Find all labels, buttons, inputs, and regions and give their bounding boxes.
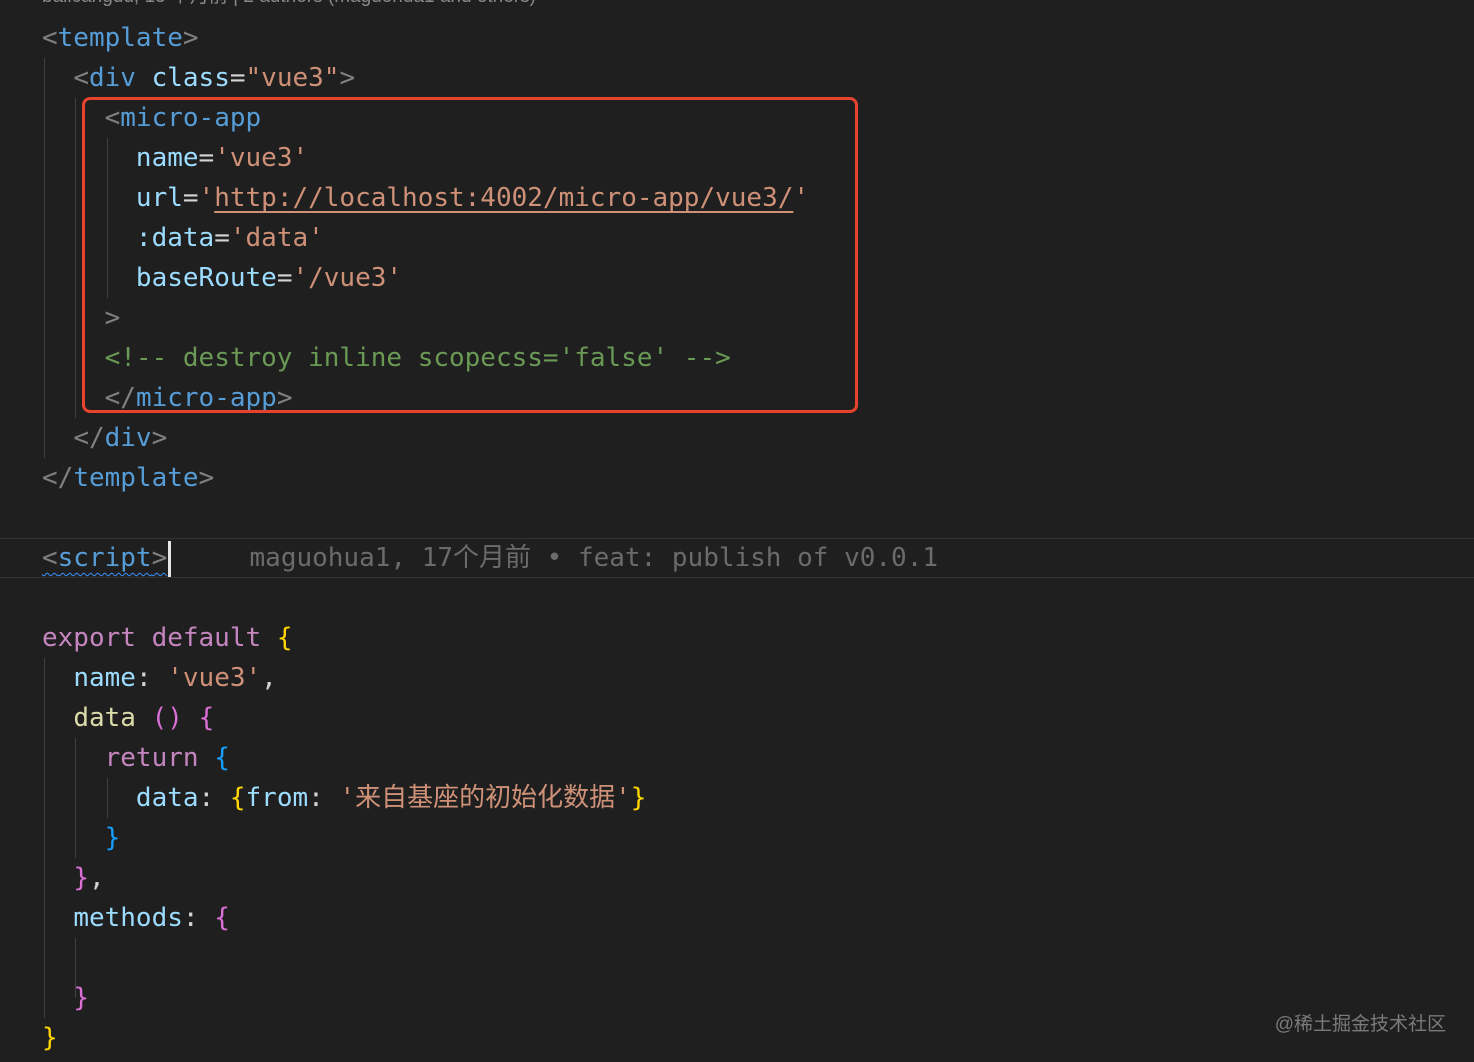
code-line[interactable]: <div class="vue3"> <box>42 58 355 98</box>
script-open-tag: script <box>57 543 152 573</box>
file-blame-header[interactable]: baiicangdu, 13 个月前 | 2 authors (maguohua… <box>42 0 536 12</box>
code-line[interactable]: <template> <box>42 18 199 58</box>
data-property: data <box>135 783 199 813</box>
code-line[interactable]: </div> <box>42 418 167 458</box>
code-line[interactable]: methods: { <box>42 898 230 938</box>
name-property: name <box>73 663 136 693</box>
script-tag-warning[interactable]: <script> <box>42 543 167 573</box>
watermark: @稀土掘金技术社区 <box>1274 1014 1446 1035</box>
template-open-tag: template <box>57 23 183 53</box>
div-open-tag: div <box>88 63 136 93</box>
code-line[interactable]: export default { <box>42 618 292 658</box>
highlight-annotation-box <box>82 97 858 413</box>
code-line[interactable]: </template> <box>42 458 214 498</box>
code-line[interactable]: name: 'vue3', <box>42 658 277 698</box>
name-property-value: 'vue3' <box>167 663 262 693</box>
code-line[interactable]: } <box>42 818 121 858</box>
template-close-tag: template <box>73 463 199 493</box>
code-editor[interactable]: baiicangdu, 13 个月前 | 2 authors (maguohua… <box>0 0 1474 1062</box>
code-line[interactable]: data () { <box>42 698 214 738</box>
code-line[interactable]: data: {from: '来自基座的初始化数据'} <box>42 778 647 818</box>
inline-blame-annotation[interactable]: maguohua1, 17个月前 • feat: publish of v0.0… <box>250 543 938 573</box>
methods-property: methods <box>73 903 183 933</box>
div-close-tag: div <box>104 423 152 453</box>
export-default-keyword: export default <box>42 623 262 653</box>
return-keyword: return <box>104 743 199 773</box>
data-function: data <box>73 703 136 733</box>
from-property: from <box>245 783 309 813</box>
class-attr: class <box>151 63 230 93</box>
code-line[interactable]: return { <box>42 738 230 778</box>
code-line-current[interactable]: <script> maguohua1, 17个月前 • feat: publis… <box>42 538 938 578</box>
class-value: "vue3" <box>245 63 340 93</box>
from-value: '来自基座的初始化数据' <box>339 783 631 813</box>
code-line[interactable]: } <box>42 978 89 1018</box>
code-line[interactable]: } <box>42 1018 58 1058</box>
code-line[interactable]: }, <box>42 858 104 898</box>
